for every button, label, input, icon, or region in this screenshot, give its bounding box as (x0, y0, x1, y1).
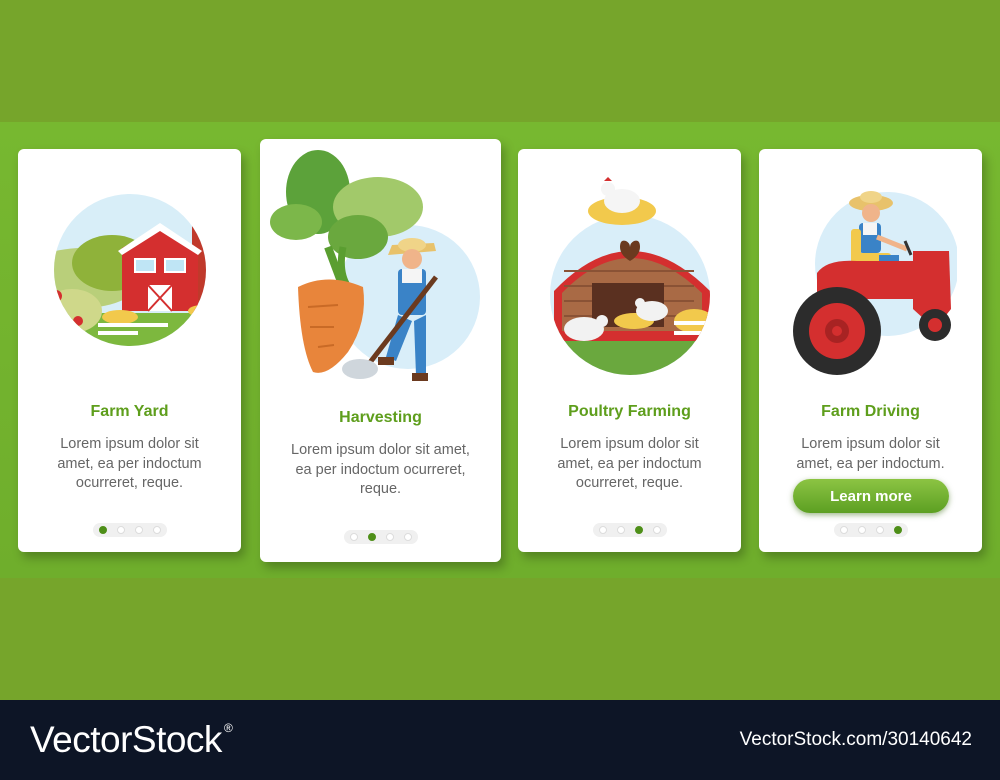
farm-yard-illustration (54, 194, 206, 346)
card-description: Lorem ipsum dolor sit amet, ea per indoc… (57, 436, 202, 491)
pagination-dot-2[interactable] (367, 533, 376, 541)
pagination-dot-2[interactable] (116, 526, 125, 534)
card-description: Lorem ipsum dolor sit amet, ea per indoc… (291, 442, 470, 497)
pagination-dot-4[interactable] (893, 526, 902, 534)
onboarding-card-harvesting: Harvesting Lorem ipsum dolor sit amet, e… (260, 139, 501, 562)
onboarding-card-farm-driving: Farm Driving Lorem ipsum dolor sit amet,… (759, 149, 982, 552)
onboarding-card-poultry-farming: Poultry Farming Lorem ipsum dolor sit am… (518, 149, 741, 552)
vectorstock-logo: VectorStock ® (30, 719, 233, 761)
registered-mark: ® (223, 721, 233, 735)
card-title: Poultry Farming (568, 403, 691, 420)
pagination-dot-3[interactable] (134, 526, 143, 534)
card-title: Farm Yard (90, 403, 169, 420)
onboarding-card-farm-yard: Farm Yard Lorem ipsum dolor sit amet, ea… (18, 149, 241, 552)
pagination-dot-4[interactable] (152, 526, 161, 534)
farm-driving-illustration (793, 191, 957, 375)
image-id-text: VectorStock.com/30140642 (739, 729, 972, 750)
poultry-farming-illustration (550, 177, 710, 375)
pagination-dot-2[interactable] (857, 526, 866, 534)
card-description: Lorem ipsum dolor sit amet, ea per indoc… (557, 436, 702, 491)
pagination-dot-1[interactable] (598, 526, 607, 534)
card-description: Lorem ipsum dolor sit amet, ea per indoc… (796, 436, 945, 472)
harvesting-illustration (270, 150, 480, 381)
lower-band (0, 578, 1000, 700)
pagination-dot-2[interactable] (616, 526, 625, 534)
pagination-dots (92, 523, 167, 537)
pagination-dot-4[interactable] (652, 526, 661, 534)
pagination-dots (833, 523, 908, 537)
pagination-dot-4[interactable] (403, 533, 412, 541)
pagination-dot-1[interactable] (839, 526, 848, 534)
pagination-dots (592, 523, 667, 537)
pagination-dots (343, 530, 418, 544)
card-title: Harvesting (339, 409, 422, 426)
logo-text: VectorStock (30, 719, 222, 760)
top-band (0, 0, 1000, 122)
learn-more-button[interactable]: Learn more (793, 479, 949, 513)
card-title: Farm Driving (821, 403, 920, 420)
pagination-dot-1[interactable] (349, 533, 358, 541)
watermark-footer: VectorStock ® VectorStock.com/30140642 (0, 700, 1000, 780)
pagination-dot-3[interactable] (634, 526, 643, 534)
pagination-dot-1[interactable] (98, 526, 107, 534)
pagination-dot-3[interactable] (385, 533, 394, 541)
pagination-dot-3[interactable] (875, 526, 884, 534)
